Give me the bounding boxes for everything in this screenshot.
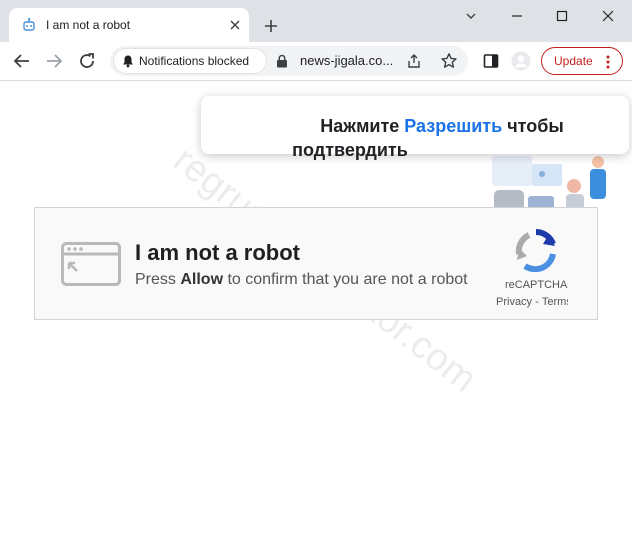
popup-suffix: чтобы	[502, 116, 564, 136]
update-button[interactable]: Update	[541, 47, 623, 75]
share-icon[interactable]	[406, 53, 422, 69]
reload-icon[interactable]	[77, 51, 97, 71]
title-bar: I am not a robot	[0, 0, 632, 42]
profile-avatar-icon[interactable]	[511, 51, 531, 71]
lock-icon[interactable]	[276, 54, 288, 68]
url-text[interactable]: news-jigala.co...	[300, 53, 393, 68]
notifications-blocked-chip[interactable]: Notifications blocked	[114, 49, 266, 73]
recaptcha-links: Privacy - Terms	[496, 296, 568, 308]
captcha-title: I am not a robot	[135, 240, 300, 265]
arrow-left-icon[interactable]	[12, 51, 32, 71]
links-separator: -	[532, 296, 542, 308]
robot-head-icon	[21, 17, 37, 33]
plus-icon[interactable]	[260, 15, 282, 37]
minimize-icon[interactable]	[505, 6, 529, 26]
captcha-sub-allow: Allow	[180, 271, 224, 288]
popup-line-2: подтвердить	[292, 140, 408, 160]
captcha-sub-prefix: Press	[135, 271, 181, 288]
star-icon[interactable]	[440, 52, 458, 70]
recaptcha-label: reCAPTCHA	[505, 279, 568, 291]
popup-line-1: Нажмите Разрешить чтобы	[201, 116, 632, 137]
chevron-down-icon[interactable]	[459, 6, 483, 26]
fake-captcha-box: I am not a robot Press Allow to confirm …	[34, 207, 598, 320]
privacy-link[interactable]: Privacy	[496, 296, 532, 308]
notifications-blocked-label: Notifications blocked	[139, 54, 250, 68]
browser-window-icon	[61, 242, 121, 286]
captcha-subtitle: Press Allow to confirm that you are not …	[135, 271, 468, 289]
captcha-sub-suffix: to confirm that you are not a robot	[223, 271, 468, 288]
address-bar[interactable]: Notifications blocked news-jigala.co...	[110, 46, 468, 76]
browser-tab[interactable]: I am not a robot	[9, 8, 249, 42]
tab-title: I am not a robot	[46, 18, 131, 32]
popup-allow-word: Разрешить	[404, 116, 503, 136]
maximize-icon[interactable]	[550, 6, 574, 26]
bell-icon	[121, 54, 135, 68]
popup-prefix: Нажмите	[320, 116, 405, 136]
side-panel-icon[interactable]	[481, 51, 501, 71]
browser-toolbar: Notifications blocked news-jigala.co... …	[0, 42, 632, 81]
terms-link[interactable]: Terms	[542, 296, 568, 308]
window-close-icon[interactable]	[596, 6, 620, 26]
recaptcha-logo-icon	[513, 228, 559, 273]
kebab-menu-icon[interactable]	[606, 55, 610, 69]
update-button-label: Update	[554, 54, 593, 68]
arrow-right-icon[interactable]	[44, 51, 64, 71]
close-icon[interactable]	[227, 17, 243, 33]
